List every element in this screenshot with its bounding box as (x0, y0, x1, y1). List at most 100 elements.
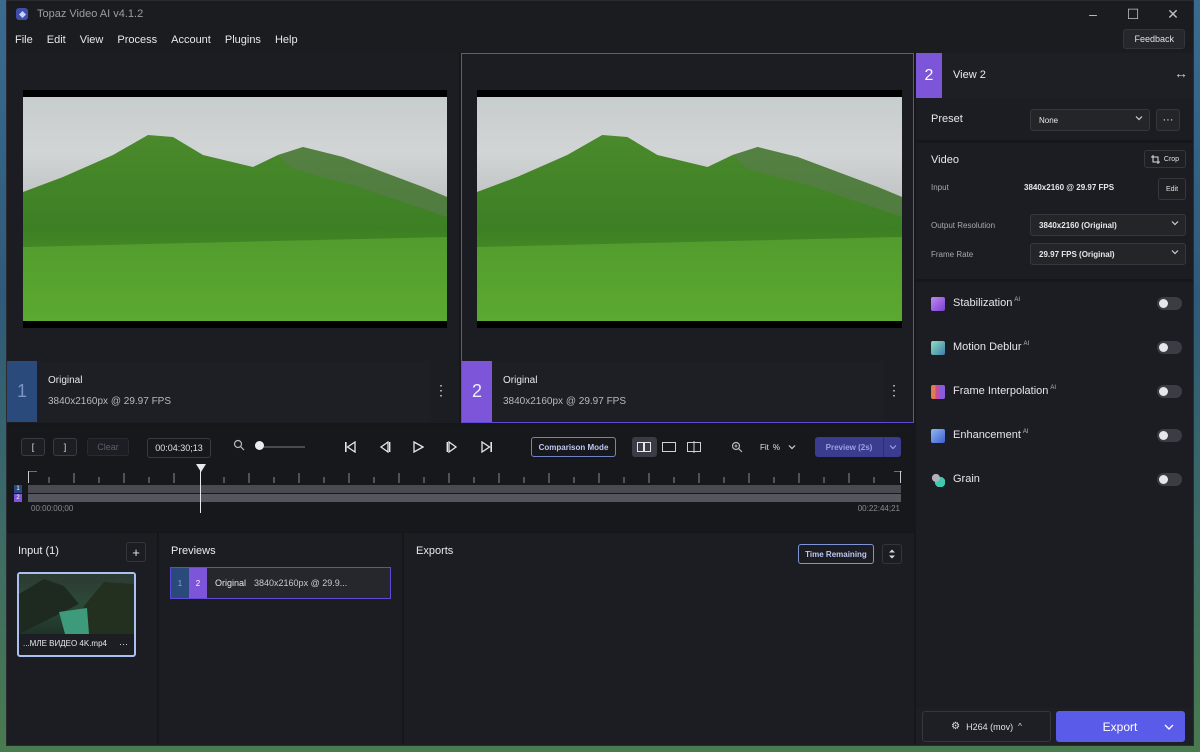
chevron-down-icon (788, 445, 796, 450)
timeline-track-2[interactable] (28, 494, 901, 502)
skip-to-start-icon[interactable] (341, 438, 359, 456)
more-vertical-icon[interactable]: ⋮ (884, 383, 904, 397)
time-remaining-button[interactable]: Time Remaining (798, 544, 874, 564)
window-title: Topaz Video AI v4.1.2 (37, 8, 144, 20)
chevron-down-icon[interactable] (1154, 711, 1184, 742)
frame-interpolation-toggle[interactable] (1157, 385, 1182, 398)
menu-process[interactable]: Process (109, 34, 163, 46)
export-button[interactable]: Export (1056, 711, 1185, 742)
preview-label: Preview (2s) (825, 442, 873, 452)
crop-icon (1150, 154, 1160, 164)
zoom-icon (233, 439, 245, 451)
output-resolution-dropdown[interactable]: 3840x2160 (Original) (1030, 214, 1186, 236)
settings-header: 2 View 2 ↔ (916, 53, 1193, 98)
preview-button[interactable]: Preview (2s) (815, 437, 901, 457)
add-input-button[interactable]: + (126, 542, 146, 562)
enhancement-row[interactable]: Enhancement AI (916, 415, 1193, 459)
chevron-down-icon (1171, 221, 1179, 226)
motion-deblur-label: Motion Deblur AI (953, 341, 1030, 353)
motion-deblur-icon (931, 341, 945, 355)
topaz-logo-icon (16, 8, 28, 20)
close-icon[interactable]: ✕ (1153, 1, 1193, 27)
app-window: Topaz Video AI v4.1.2 – ☐ ✕ File Edit Vi… (6, 0, 1194, 746)
menu-help[interactable]: Help (267, 34, 304, 46)
viewer-1[interactable]: 1 Original 3840x2160px @ 29.97 FPS ⋮ (7, 53, 459, 423)
grain-icon (931, 473, 945, 487)
viewer-name: Original (503, 375, 538, 386)
comparison-mode-button[interactable]: Comparison Mode (531, 437, 616, 457)
play-icon[interactable] (409, 438, 427, 456)
viewer-number: 2 (462, 361, 492, 422)
viewer-2[interactable]: 2 Original 3840x2160px @ 29.97 FPS ⋮ (461, 53, 914, 423)
sort-icon[interactable] (882, 544, 902, 564)
maximize-icon[interactable]: ☐ (1113, 1, 1153, 27)
view-layout-group (632, 437, 706, 457)
menu-view[interactable]: View (72, 34, 110, 46)
fit-unit: % (772, 442, 781, 452)
stabilization-toggle[interactable] (1157, 297, 1182, 310)
split-view-icon[interactable] (681, 437, 706, 457)
edit-input-button[interactable]: Edit (1158, 178, 1186, 200)
clear-button[interactable]: Clear (87, 438, 129, 456)
skip-to-end-icon[interactable] (478, 438, 496, 456)
viewer-info-1: 1 Original 3840x2160px @ 29.97 FPS ⋮ (7, 361, 448, 422)
timecode-field[interactable]: 00:04:30;13 (147, 438, 211, 458)
menu-bar: File Edit View Process Account Plugins H… (7, 27, 1193, 53)
enhancement-toggle[interactable] (1157, 429, 1182, 442)
zoom-in-icon (731, 441, 743, 453)
preset-dropdown[interactable]: None (1030, 109, 1150, 131)
step-forward-icon[interactable] (443, 438, 461, 456)
timeline-track-1[interactable] (28, 485, 901, 493)
input-label: Input (931, 183, 949, 192)
input-thumbnail[interactable]: ...МЛЕ ВИДЕО 4K.mp4 ··· (17, 572, 136, 657)
enhancement-label: Enhancement AI (953, 429, 1029, 441)
frame-rate-dropdown[interactable]: 29.97 FPS (Original) (1030, 243, 1186, 265)
more-vertical-icon[interactable]: ⋮ (431, 383, 451, 397)
frame-rate-label: Frame Rate (931, 250, 974, 259)
motion-deblur-row[interactable]: Motion Deblur AI (916, 327, 1193, 371)
input-panel-title: Input (1) (18, 545, 59, 557)
exports-panel-title: Exports (416, 545, 454, 557)
preview-view-1-badge: 1 (171, 568, 189, 598)
menu-file[interactable]: File (7, 34, 39, 46)
preview-list-item[interactable]: 1 2 Original 3840x2160px @ 29.9... (170, 567, 391, 599)
crop-button[interactable]: Crop (1144, 150, 1186, 168)
grain-toggle[interactable] (1157, 473, 1182, 486)
output-resolution-label: Output Resolution (931, 221, 996, 230)
divider (916, 279, 1193, 282)
grain-row[interactable]: Grain (916, 459, 1193, 503)
more-horizontal-icon[interactable]: ··· (1156, 109, 1180, 131)
feedback-button[interactable]: Feedback (1123, 29, 1185, 49)
zoom-fit-dropdown[interactable]: Fit % (725, 437, 801, 457)
ruler-ticks (29, 471, 902, 483)
playhead-handle-icon[interactable] (196, 464, 206, 472)
video-section-label: Video (931, 154, 959, 166)
menu-account[interactable]: Account (163, 34, 217, 46)
expand-horizontal-icon[interactable]: ↔ (1174, 65, 1188, 81)
mark-out-button[interactable]: ] (53, 438, 77, 456)
menu-plugins[interactable]: Plugins (217, 34, 267, 46)
more-horizontal-icon[interactable]: ··· (119, 639, 128, 649)
timeline[interactable]: 1 2 00:00:00;00 00:22:44;21 (7, 462, 914, 522)
stabilization-row[interactable]: Stabilization AI (916, 283, 1193, 327)
input-value: 3840x2160 @ 29.97 FPS (1024, 183, 1115, 192)
fit-label: Fit (760, 442, 769, 452)
window-controls: – ☐ ✕ (1073, 1, 1193, 27)
preview-item-label: Original (215, 578, 247, 588)
zoom-slider-handle[interactable] (255, 441, 264, 450)
minimize-icon[interactable]: – (1073, 1, 1113, 27)
stabilization-label: Stabilization AI (953, 297, 1020, 309)
side-by-side-icon[interactable] (632, 437, 657, 457)
frame-rate-value: 29.97 FPS (Original) (1039, 249, 1115, 259)
crop-label: Crop (1163, 155, 1180, 163)
codec-selector[interactable]: ⚙ H264 (mov) ^ (922, 711, 1051, 742)
menu-edit[interactable]: Edit (39, 34, 72, 46)
motion-deblur-toggle[interactable] (1157, 341, 1182, 354)
single-view-icon[interactable] (657, 437, 682, 457)
chevron-down-icon[interactable] (883, 437, 901, 457)
playhead[interactable] (200, 465, 201, 513)
frame-interpolation-row[interactable]: Frame Interpolation AI (916, 371, 1193, 415)
step-back-icon[interactable] (376, 438, 394, 456)
mark-in-button[interactable]: [ (21, 438, 45, 456)
video-image (23, 97, 447, 321)
